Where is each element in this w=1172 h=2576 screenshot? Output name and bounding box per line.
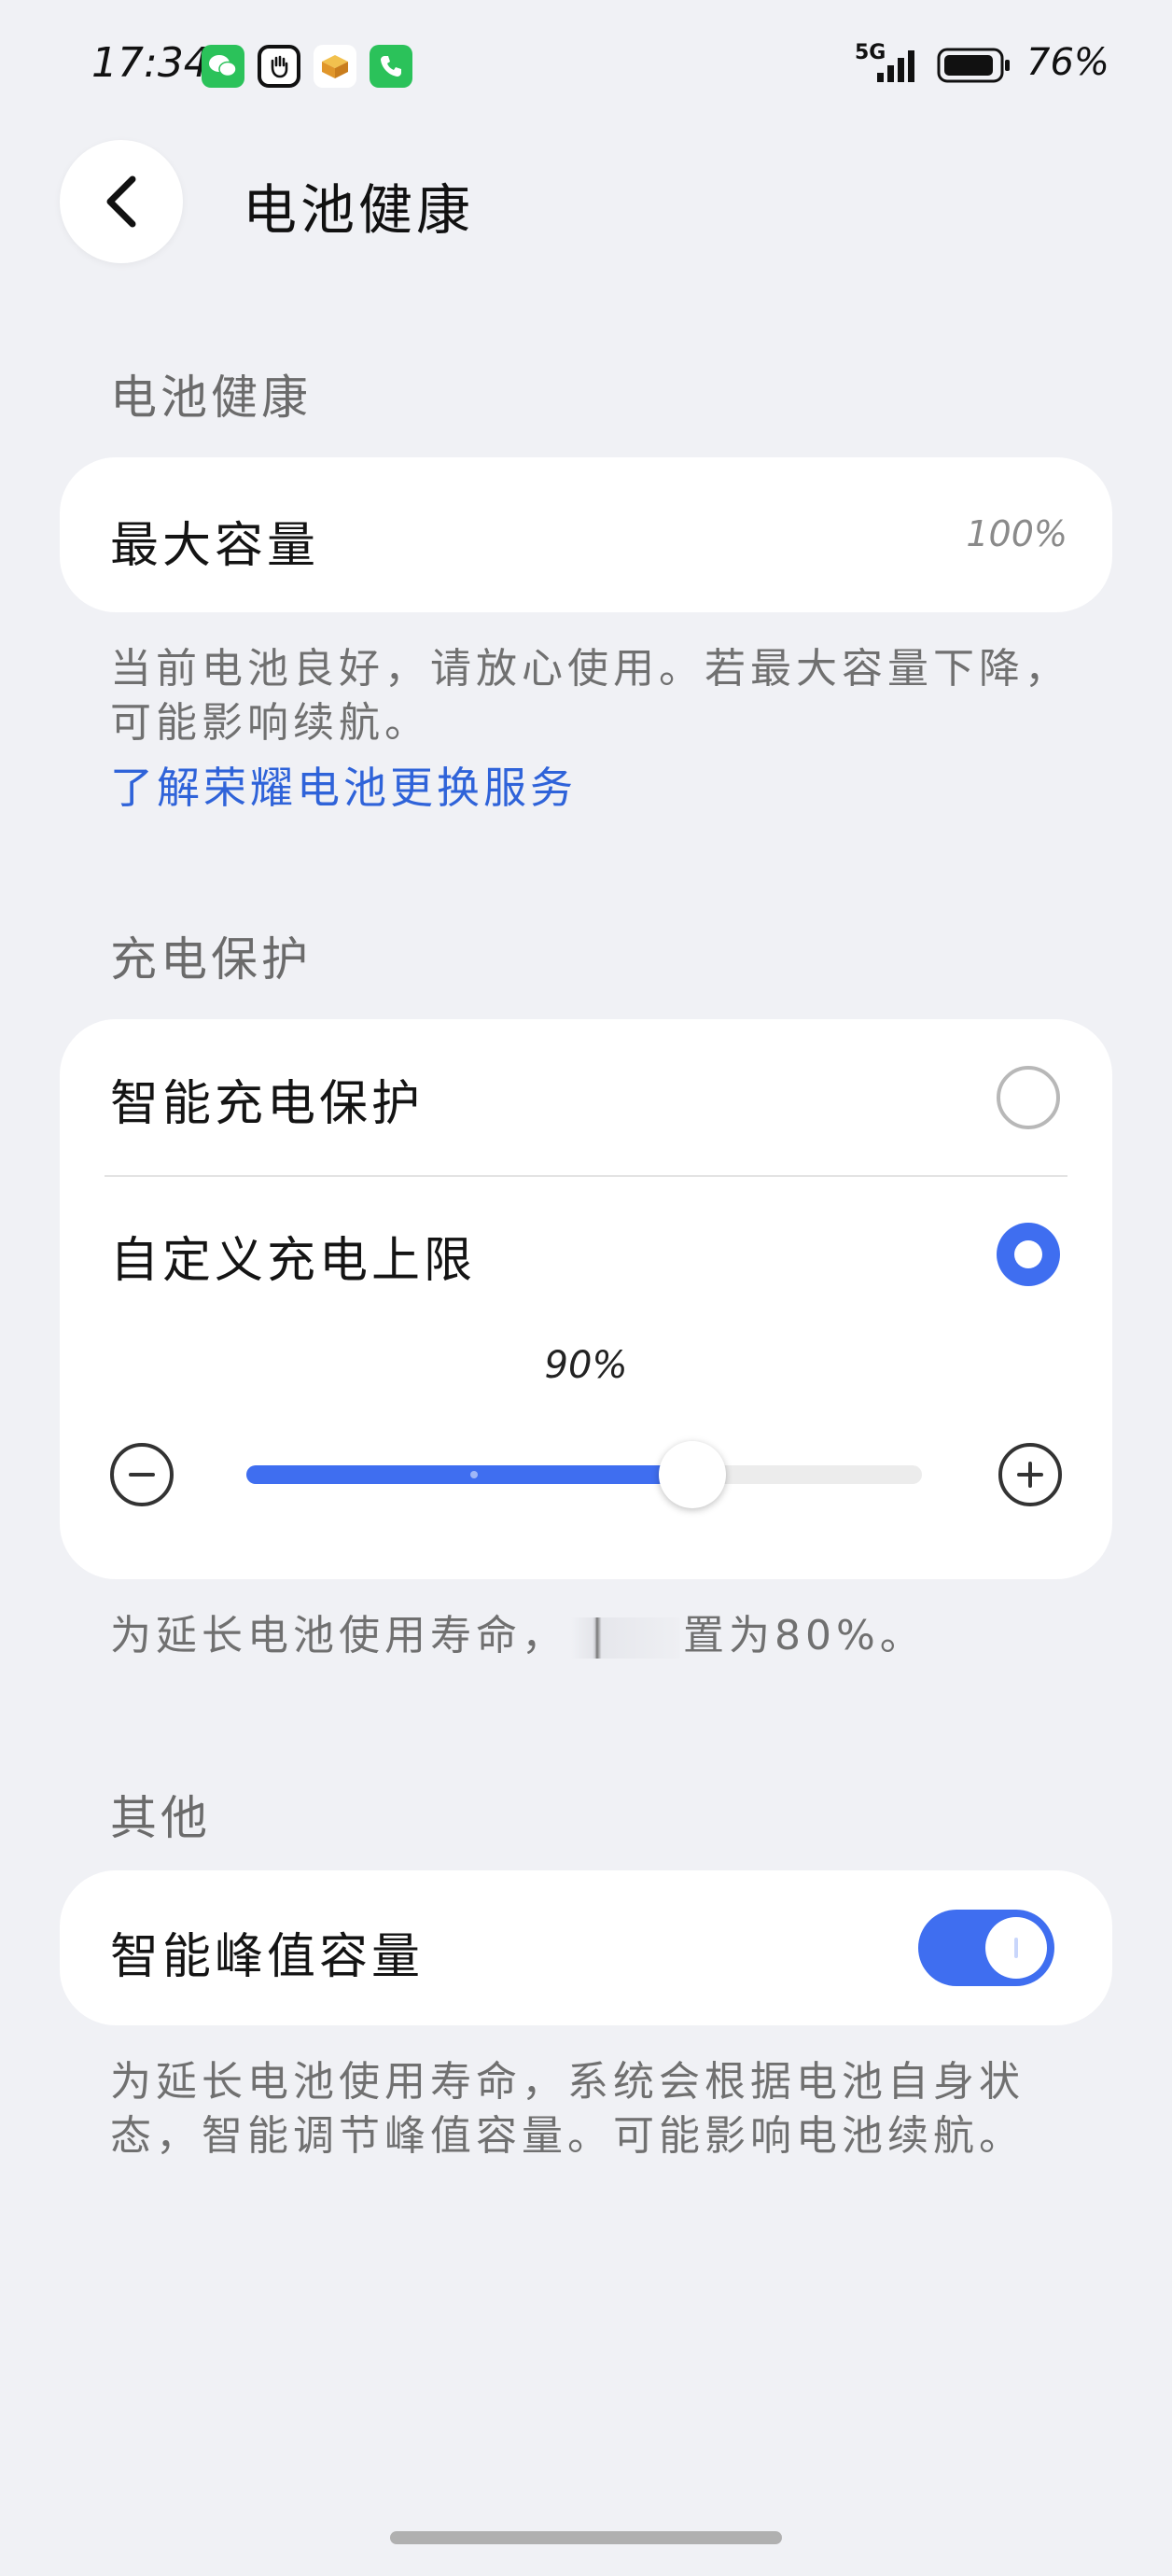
chevron-left-icon bbox=[106, 175, 136, 228]
signal-icon bbox=[877, 50, 914, 82]
charge-limit-slider[interactable] bbox=[246, 1465, 922, 1484]
slider-fill bbox=[246, 1465, 692, 1484]
custom-charge-limit-radio[interactable] bbox=[997, 1223, 1060, 1286]
charge-limit-value: 90% bbox=[544, 1344, 628, 1387]
status-time: 17:34 bbox=[91, 39, 210, 87]
custom-charge-limit-label: 自定义充电上限 bbox=[110, 1233, 477, 1289]
max-capacity-card: 最大容量 100% bbox=[60, 457, 1112, 612]
max-capacity-label: 最大容量 bbox=[110, 518, 320, 574]
redacted-text bbox=[571, 1617, 679, 1659]
smart-charging-protection-row[interactable]: 智能充电保护 bbox=[60, 1019, 1112, 1176]
page-title: 电池健康 bbox=[243, 178, 475, 242]
battery-health-helper: 当前电池良好，请放心使用。若最大容量下降，可能影响续航。 bbox=[110, 645, 1070, 747]
section-title-battery-health: 电池健康 bbox=[110, 371, 312, 425]
charging-helper-start: 为延长电池使用寿命， bbox=[110, 1612, 567, 1659]
slider-tick bbox=[470, 1471, 478, 1478]
divider bbox=[105, 1175, 1067, 1177]
decrease-button[interactable] bbox=[110, 1443, 174, 1506]
peak-capacity-toggle[interactable] bbox=[918, 1910, 1054, 1986]
slider-thumb[interactable] bbox=[659, 1441, 726, 1508]
minus-icon bbox=[129, 1473, 155, 1477]
custom-charge-limit-row[interactable]: 自定义充电上限 bbox=[60, 1178, 1112, 1333]
smart-charging-protection-radio[interactable] bbox=[997, 1066, 1060, 1129]
plus-icon bbox=[1017, 1462, 1043, 1488]
battery-percent: 76% bbox=[1026, 41, 1109, 84]
hand-icon bbox=[258, 45, 300, 88]
smart-charging-protection-label: 智能充电保护 bbox=[110, 1076, 425, 1132]
increase-button[interactable] bbox=[998, 1443, 1062, 1506]
status-bar: 17:34 5G 76% bbox=[0, 0, 1172, 131]
battery-icon bbox=[937, 48, 1010, 83]
section-title-other: 其他 bbox=[110, 1791, 211, 1845]
peak-capacity-helper: 为延长电池使用寿命，系统会根据电池自身状态，智能调节峰值容量。可能影响电池续航。 bbox=[110, 2058, 1025, 2160]
battery-replacement-link[interactable]: 了解荣耀电池更换服务 bbox=[110, 754, 577, 816]
section-title-charging-protection: 充电保护 bbox=[110, 932, 312, 987]
peak-capacity-card: 智能峰值容量 bbox=[60, 1870, 1112, 2025]
max-capacity-value: 100% bbox=[966, 513, 1067, 554]
charging-protection-helper: 为延长电池使用寿命， 置为80%。 bbox=[110, 1609, 1118, 1663]
home-indicator[interactable] bbox=[390, 2531, 782, 2544]
charging-helper-end: 置为80%。 bbox=[683, 1612, 926, 1659]
wechat-icon bbox=[202, 45, 244, 88]
battery-health-screen: 17:34 5G 76% 电池健康 电池健康 最大容量 100% 当前电池良好，… bbox=[0, 0, 1172, 2576]
charging-protection-card: 智能充电保护 自定义充电上限 90% bbox=[60, 1019, 1112, 1579]
phone-icon bbox=[370, 45, 412, 88]
box-icon bbox=[314, 45, 356, 88]
toggle-knob bbox=[985, 1917, 1047, 1979]
back-button[interactable] bbox=[60, 140, 183, 263]
peak-capacity-label: 智能峰值容量 bbox=[110, 1929, 425, 1985]
